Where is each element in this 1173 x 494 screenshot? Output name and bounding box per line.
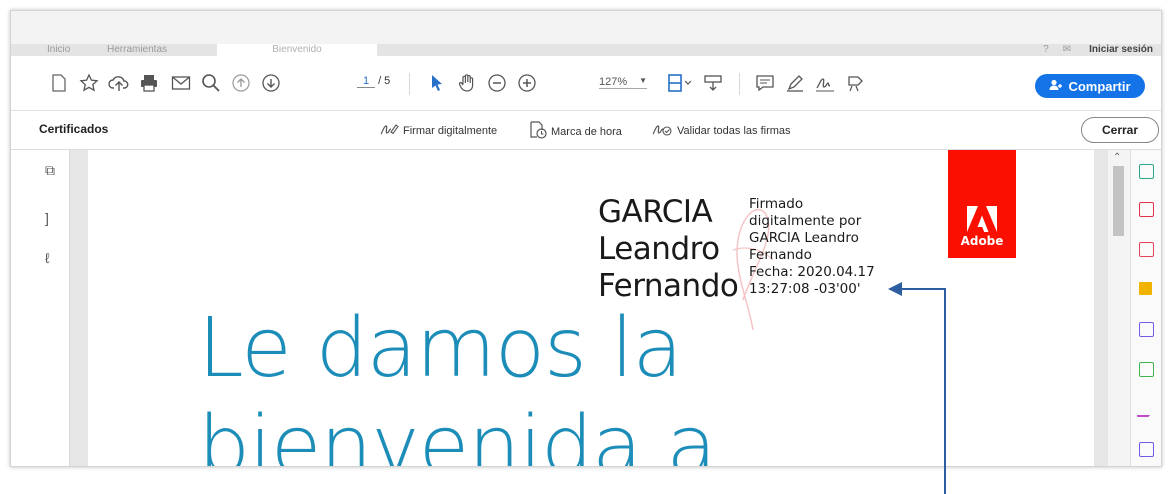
zoom-dropdown[interactable]: 127% ▼ (599, 76, 647, 89)
page-thumbnails-icon[interactable]: ⧉ (45, 162, 55, 179)
signature-detail-line: Fernando (749, 247, 812, 263)
presentation-icon[interactable] (701, 72, 725, 94)
validate-all-label: Validar todas las firmas (677, 124, 791, 137)
zoom-value: 127% (599, 76, 628, 88)
scrollbar-thumb[interactable] (1113, 166, 1124, 236)
signature-detail-line: Fecha: 2020.04.17 (749, 264, 875, 280)
vertical-scrollbar[interactable]: ⌃ (1108, 150, 1130, 466)
help-icon[interactable]: ? ✉ (1043, 44, 1071, 56)
welcome-line: bienvenida a (198, 399, 717, 466)
tab-home[interactable]: Inicio (47, 44, 107, 56)
left-navigation-pane: ⧉ ] ℓ (11, 150, 70, 466)
close-button[interactable]: Cerrar (1081, 117, 1159, 143)
sign-digitally-button[interactable]: Firmar digitalmente (379, 121, 497, 140)
pen-sign-icon (379, 121, 399, 140)
chevron-down-icon: ▼ (639, 76, 647, 85)
edit-pdf-icon[interactable] (1139, 242, 1154, 257)
timestamp-button[interactable]: Marca de hora (529, 121, 622, 142)
fill-sign-icon[interactable] (1136, 402, 1155, 417)
clock-document-icon (529, 121, 547, 142)
signature-detail-line: Firmado (749, 196, 804, 212)
fit-page-icon[interactable] (665, 72, 695, 94)
share-button[interactable]: Compartir (1035, 74, 1145, 98)
sign-icon[interactable] (813, 72, 837, 94)
more-tools-icon[interactable] (843, 72, 867, 94)
protect-icon[interactable] (1139, 442, 1154, 457)
right-tools-pane (1130, 150, 1161, 466)
signer-line: GARCIA (598, 194, 713, 230)
comment-tool-icon[interactable] (1139, 282, 1152, 295)
page-total: / 5 (378, 75, 391, 87)
attachments-icon[interactable]: ℓ (45, 250, 50, 266)
tab-tools[interactable]: Herramientas (107, 44, 217, 56)
tab-document[interactable]: Bienvenido (217, 44, 377, 56)
document-viewport[interactable]: Adobe GARCIA Leandro Fernando Firmado di… (70, 150, 1108, 466)
main-toolbar: 1 / 5 127% ▼ Compartir (11, 56, 1161, 111)
page-up-icon[interactable] (229, 72, 253, 94)
page-down-icon[interactable] (259, 72, 283, 94)
search-icon[interactable] (199, 72, 223, 94)
comment-icon[interactable] (753, 72, 777, 94)
annotation-line (944, 289, 946, 494)
signature-detail-line: digitalmente por (749, 213, 862, 229)
adobe-logo-word: Adobe (960, 234, 1004, 248)
certificates-title: Certificados (39, 122, 109, 136)
scroll-up-icon[interactable]: ⌃ (1113, 152, 1121, 163)
bookmarks-icon[interactable]: ] (45, 210, 49, 226)
annotation-arrow-icon (888, 282, 902, 296)
validate-signature-icon (651, 121, 673, 140)
signer-name: GARCIA Leandro Fernando (598, 194, 739, 305)
export-pdf-icon[interactable] (1139, 164, 1154, 179)
welcome-heading: Le damos la bienvenida a (198, 300, 717, 466)
annotation-line (900, 288, 946, 290)
acrobat-window: Inicio Herramientas Bienvenido ? ✉ Inici… (10, 10, 1162, 467)
cloud-upload-icon[interactable] (107, 72, 131, 94)
highlight-pen-icon[interactable] (783, 72, 807, 94)
create-pdf-icon[interactable] (1139, 202, 1154, 217)
adobe-logo: Adobe (948, 150, 1016, 258)
signin-link[interactable]: Iniciar sesión (1089, 44, 1153, 56)
hand-tool-icon[interactable] (455, 72, 479, 94)
welcome-line: Le damos la (198, 301, 683, 396)
sign-digitally-label: Firmar digitalmente (403, 124, 498, 137)
signer-line: Leandro (598, 231, 720, 267)
signature-details[interactable]: Firmado digitalmente por GARCIA Leandro … (749, 196, 875, 298)
validate-all-button[interactable]: Validar todas las firmas (651, 121, 791, 140)
share-label: Compartir (1068, 78, 1131, 94)
tab-bar: Inicio Herramientas Bienvenido ? ✉ Inici… (11, 11, 1161, 56)
page-icon[interactable] (49, 72, 69, 94)
timestamp-label: Marca de hora (551, 125, 622, 138)
add-user-icon (1049, 79, 1063, 94)
organize-pages-icon[interactable] (1139, 362, 1154, 377)
print-icon[interactable] (137, 72, 161, 94)
zoom-in-icon[interactable] (515, 72, 539, 94)
certificates-toolbar: Certificados Firmar digitalmente Marca d… (11, 111, 1161, 150)
signature-detail-line: GARCIA Leandro (749, 230, 859, 246)
star-icon[interactable] (77, 72, 101, 94)
combine-files-icon[interactable] (1139, 322, 1154, 337)
page-current-input[interactable]: 1 (357, 75, 375, 88)
page-number[interactable]: 1 / 5 (357, 75, 390, 88)
zoom-out-icon[interactable] (485, 72, 509, 94)
adobe-a-icon (967, 206, 997, 232)
mail-icon[interactable] (169, 72, 193, 94)
signature-detail-line: 13:27:08 -03'00' (749, 281, 861, 297)
select-cursor-icon[interactable] (427, 72, 447, 94)
